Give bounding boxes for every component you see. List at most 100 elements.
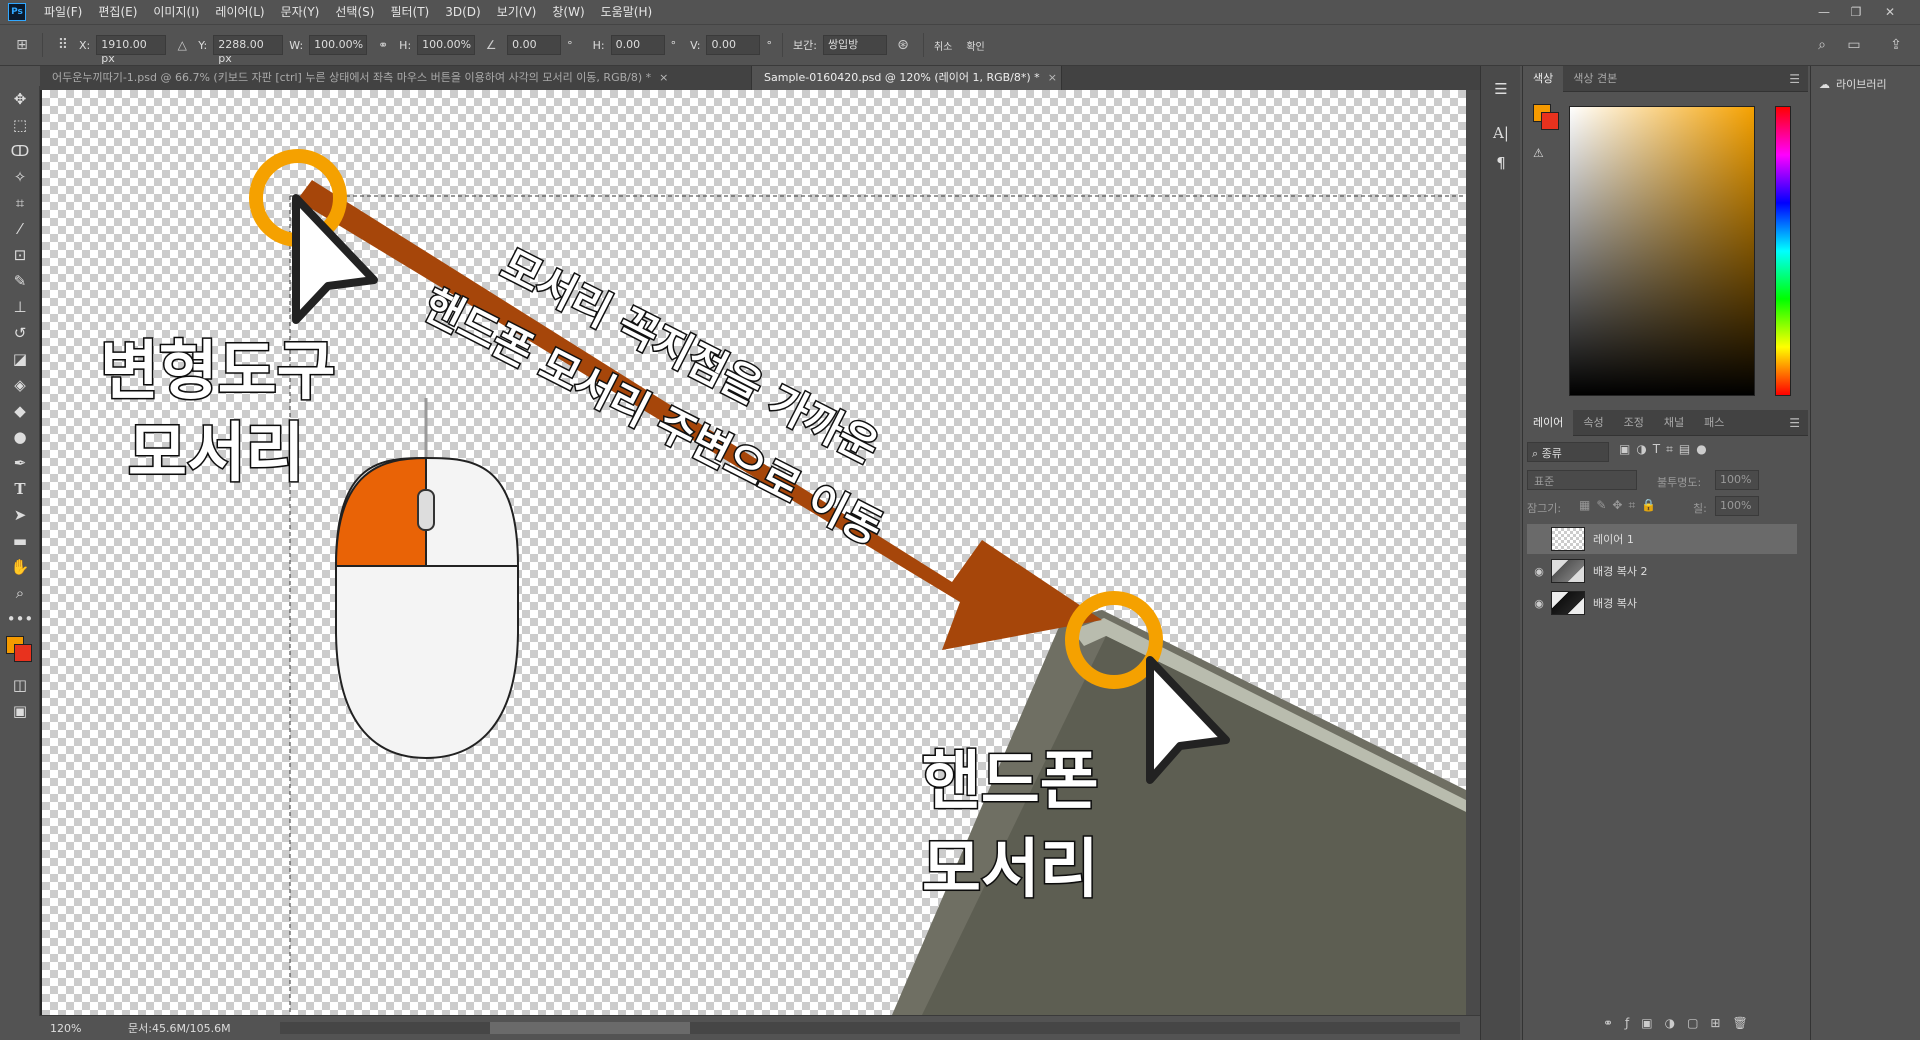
paragraph-panel-icon[interactable]: ¶ — [1481, 148, 1521, 178]
tab-channels[interactable]: 채널 — [1654, 410, 1694, 436]
interpolation-select[interactable]: 쌍입방 — [822, 35, 887, 55]
close-tab-icon[interactable]: × — [659, 71, 668, 84]
commit-transform-button[interactable]: 확인 — [966, 38, 984, 53]
tab-swatches[interactable]: 색상 견본 — [1563, 66, 1627, 92]
brush-tool-icon[interactable]: ✎ — [0, 268, 40, 294]
screen-mode-icon[interactable]: ▣ — [0, 698, 40, 724]
type-tool-icon[interactable]: T — [0, 476, 40, 502]
visibility-toggle-icon[interactable] — [1527, 533, 1551, 546]
angle-field[interactable]: 0.00 — [507, 35, 562, 55]
scroll-thumb[interactable] — [490, 1022, 690, 1034]
menu-window[interactable]: 창(W) — [544, 0, 592, 24]
menu-3d[interactable]: 3D(D) — [437, 0, 488, 24]
visibility-eye-icon[interactable]: ◉ — [1527, 597, 1551, 610]
tab-document-2[interactable]: Sample-0160420.psd @ 120% (레이어 1, RGB/8*… — [752, 66, 1062, 90]
layer-name[interactable]: 레이어 1 — [1593, 531, 1634, 547]
tab-color[interactable]: 색상 — [1523, 65, 1564, 92]
zoom-tool-icon[interactable]: ⌕ — [0, 580, 40, 606]
move-tool-preset-icon[interactable]: ⊞ — [12, 35, 32, 55]
blend-mode-select[interactable]: 표준 — [1527, 470, 1637, 490]
fill-field[interactable]: 100% — [1715, 496, 1759, 516]
tab-adjustments[interactable]: 조정 — [1614, 410, 1654, 436]
crop-tool-icon[interactable]: ⌗ — [0, 190, 40, 216]
more-tools-icon[interactable]: ••• — [0, 606, 40, 632]
horizontal-scrollbar[interactable] — [280, 1022, 1460, 1034]
paint-bucket-tool-icon[interactable]: ◈ — [0, 372, 40, 398]
document-canvas[interactable]: 변형도구 모서리 모서리 꼭지점을 가까운 핸드폰 모서리 주변으로 이동 핸드… — [42, 90, 1466, 1015]
blur-tool-icon[interactable]: ◆ — [0, 398, 40, 424]
menu-image[interactable]: 이미지(I) — [145, 0, 207, 24]
eraser-tool-icon[interactable]: ◪ — [0, 346, 40, 372]
hand-tool-icon[interactable]: ✋ — [0, 554, 40, 580]
menu-help[interactable]: 도움말(H) — [593, 0, 661, 24]
document-size[interactable]: 문서:45.6M/105.6M — [128, 1020, 231, 1036]
menu-select[interactable]: 선택(S) — [327, 0, 382, 24]
vertical-scrollbar[interactable] — [1466, 90, 1480, 1015]
search-icon[interactable]: ⌕ — [1812, 35, 1832, 55]
reference-point-icon[interactable]: ⠿ — [53, 35, 73, 55]
eyedropper-tool-icon[interactable]: ⁄ — [0, 216, 40, 242]
layer-name[interactable]: 배경 복사 2 — [1593, 563, 1647, 579]
background-color-swatch[interactable] — [1541, 112, 1559, 130]
menu-layer[interactable]: 레이어(L) — [207, 0, 272, 24]
menu-filter[interactable]: 필터(T) — [382, 0, 437, 24]
color-field[interactable] — [1569, 106, 1755, 396]
rectangle-tool-icon[interactable]: ▬ — [0, 528, 40, 554]
menu-view[interactable]: 보기(V) — [489, 0, 545, 24]
close-icon[interactable]: ✕ — [1876, 0, 1904, 24]
close-tab-icon[interactable]: × — [1048, 71, 1057, 84]
tab-paths[interactable]: 패스 — [1694, 410, 1734, 436]
menu-type[interactable]: 문자(Y) — [273, 0, 328, 24]
warp-icon[interactable]: ⊛ — [893, 35, 913, 55]
lock-icons[interactable]: ▦✎✥⌗🔒 — [1579, 498, 1662, 513]
x-field[interactable]: 1910.00 px — [96, 35, 167, 65]
opacity-field[interactable]: 100% — [1715, 470, 1759, 490]
pen-tool-icon[interactable]: ✒ — [0, 450, 40, 476]
character-panel-icon[interactable]: A| — [1481, 118, 1521, 148]
marquee-tool-icon[interactable]: ⬚ — [0, 112, 40, 138]
tab-properties[interactable]: 속성 — [1573, 410, 1613, 436]
quick-mask-icon[interactable]: ◫ — [0, 672, 40, 698]
share-icon[interactable]: ⇪ — [1886, 35, 1906, 55]
move-tool-icon[interactable]: ✥ — [0, 86, 40, 112]
link-icon[interactable]: ⚭ — [373, 35, 393, 55]
lasso-tool-icon[interactable]: ↀ — [0, 138, 40, 164]
healing-brush-tool-icon[interactable]: ⊡ — [0, 242, 40, 268]
minimize-icon[interactable]: — — [1810, 0, 1838, 24]
color-swatches[interactable] — [0, 632, 40, 672]
layer-name[interactable]: 배경 복사 — [1593, 595, 1637, 611]
y-field[interactable]: 2288.00 px — [213, 35, 284, 65]
w-field[interactable]: 100.00% — [309, 35, 368, 55]
hskew-field[interactable]: 0.00 — [610, 35, 665, 55]
libraries-tab[interactable]: ☁ 라이브러리 — [1819, 76, 1920, 92]
tab-document-1[interactable]: 어두운누끼따기-1.psd @ 66.7% (키보드 자판 [ctrl] 누른 … — [40, 66, 752, 90]
delta-icon[interactable]: △ — [172, 35, 192, 55]
magic-wand-tool-icon[interactable]: ✧ — [0, 164, 40, 190]
layer-filter-select[interactable]: ⌕ 종류 — [1527, 442, 1609, 462]
panel-menu-icon[interactable]: ☰ — [1789, 416, 1800, 430]
layer-row-selected[interactable]: 레이어 1 — [1527, 524, 1797, 554]
visibility-eye-icon[interactable]: ◉ — [1527, 565, 1551, 578]
menu-edit[interactable]: 편집(E) — [90, 0, 145, 24]
hue-slider[interactable] — [1775, 106, 1791, 396]
cancel-transform-button[interactable]: 취소 — [934, 38, 952, 53]
clone-stamp-tool-icon[interactable]: ⊥ — [0, 294, 40, 320]
workspace-icon[interactable]: ▭ — [1844, 35, 1864, 55]
dodge-tool-icon[interactable]: ● — [0, 424, 40, 450]
tab-layers[interactable]: 레이어 — [1523, 409, 1574, 436]
background-color-swatch[interactable] — [14, 644, 32, 662]
panel-menu-icon[interactable]: ☰ — [1789, 72, 1800, 86]
restore-icon[interactable]: ❐ — [1842, 0, 1870, 24]
layer-actions[interactable]: ⚭ƒ▣◑▢⊞🗑 — [1603, 1016, 1760, 1030]
layer-row[interactable]: ◉ 배경 복사 2 — [1527, 556, 1797, 586]
layer-row[interactable]: ◉ 배경 복사 — [1527, 588, 1797, 618]
menu-file[interactable]: 파일(F) — [36, 0, 90, 24]
path-selection-tool-icon[interactable]: ➤ — [0, 502, 40, 528]
zoom-level[interactable]: 120% — [50, 1022, 110, 1035]
h-field[interactable]: 100.00% — [417, 35, 476, 55]
layer-filter-icons[interactable]: ▣◑T⌗▤● — [1619, 442, 1713, 457]
gamut-warning-icon[interactable]: ⚠ — [1533, 146, 1544, 160]
history-brush-tool-icon[interactable]: ↺ — [0, 320, 40, 346]
history-panel-icon[interactable]: ☰ — [1481, 74, 1521, 104]
vskew-field[interactable]: 0.00 — [706, 35, 761, 55]
